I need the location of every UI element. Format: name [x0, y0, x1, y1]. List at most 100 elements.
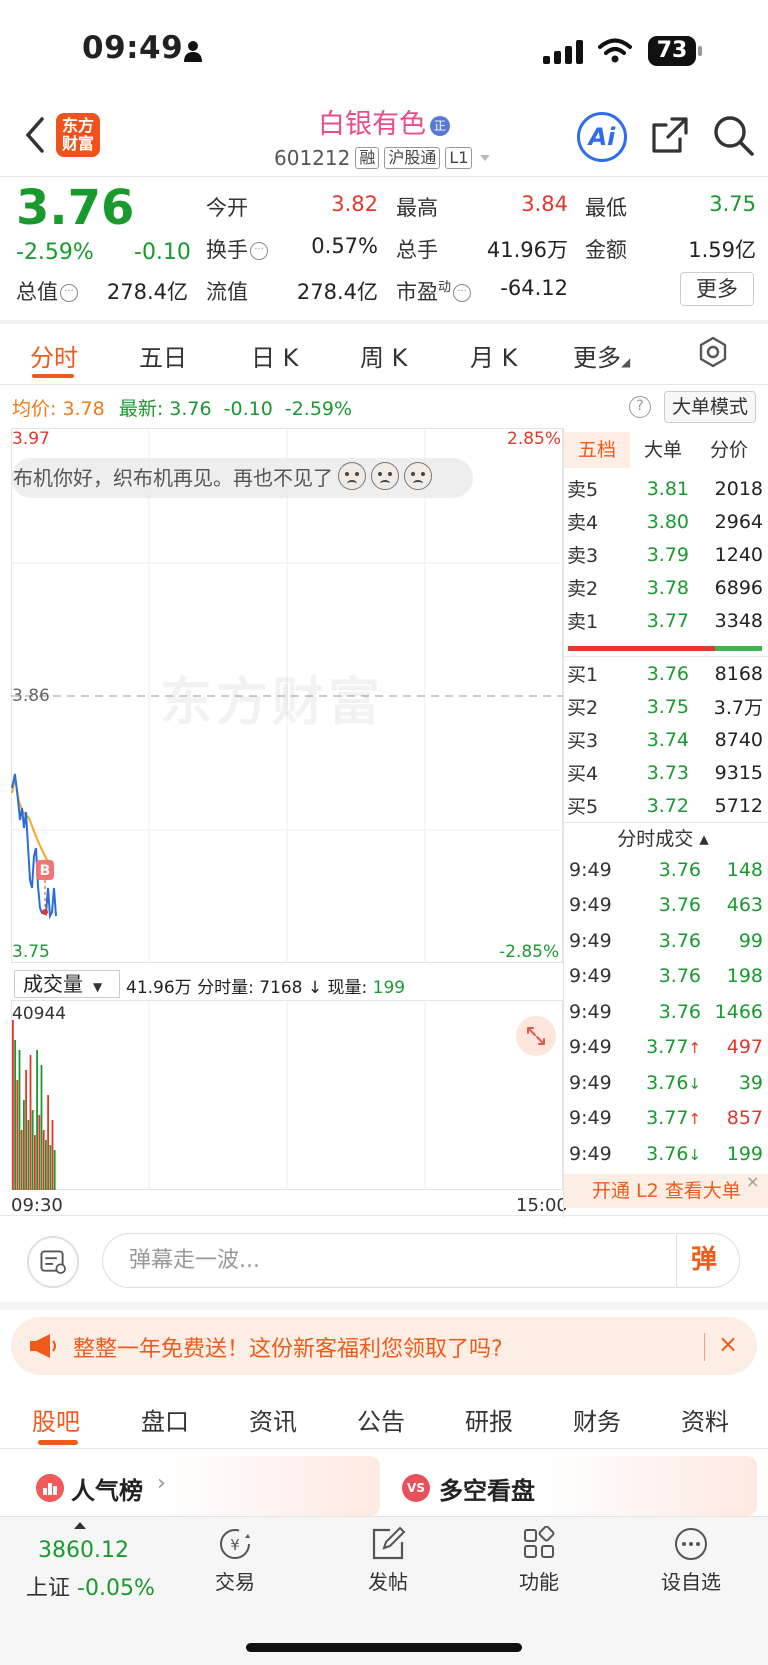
ask-row: 卖1 3.77 3348 — [567, 609, 763, 634]
danmu-bubble[interactable]: 布机你好，织布机再见。再也不见了 — [11, 458, 473, 498]
trade-row: 9:49 3.76 198 — [569, 959, 763, 994]
tab-big-orders[interactable]: 大单 — [630, 432, 696, 468]
nav-post[interactable]: 发帖 — [338, 1526, 438, 1595]
tab-weekly-k[interactable]: 周 K — [360, 338, 407, 373]
tab-financials[interactable]: 财务 — [573, 1402, 621, 1437]
tab-research[interactable]: 研报 — [465, 1402, 513, 1437]
more-button[interactable]: 更多 — [680, 272, 754, 306]
tab-intraday[interactable]: 分时 — [30, 338, 78, 373]
float-value: 278.4亿 — [296, 280, 378, 304]
stock-badge-icon: 正 — [430, 116, 450, 136]
mktcap-value: 278.4亿 — [106, 280, 188, 304]
trade-row: 9:49 3.76 148 — [569, 852, 763, 887]
caret-icon: ◢ — [621, 355, 631, 369]
volume-bar — [14, 1040, 16, 1190]
volume-bar — [25, 1070, 27, 1190]
volume-total: 41.96万 — [126, 978, 192, 998]
info-icon[interactable]: ··· — [453, 284, 472, 302]
trade-time: 9:49 — [569, 1142, 612, 1165]
time-end: 15:00 — [516, 1195, 568, 1216]
tab-more[interactable]: 更多◢ — [573, 338, 630, 373]
section-divider — [0, 320, 768, 324]
change-value: -0.10 — [134, 240, 191, 265]
bottom-tab-indicator — [38, 1440, 78, 1445]
high-label: 最高 — [396, 196, 438, 220]
tab-news[interactable]: 资讯 — [249, 1402, 297, 1437]
tab-forum[interactable]: 股吧 — [32, 1402, 80, 1437]
volume-bar — [49, 1145, 52, 1190]
volume-bar — [27, 1120, 30, 1190]
tab-profile[interactable]: 资料 — [681, 1402, 729, 1437]
nav-trade[interactable]: ¥ 交易 — [185, 1526, 285, 1595]
caret-up-icon — [74, 1522, 86, 1529]
tab-monthly-k[interactable]: 月 K — [470, 338, 517, 373]
help-icon[interactable]: ? — [629, 396, 651, 418]
tab-daily-k[interactable]: 日 K — [251, 338, 298, 373]
trade-volume: 199 — [726, 1142, 763, 1165]
trades-header[interactable]: 分时成交 ▴ — [564, 824, 762, 851]
volume-bar — [31, 1110, 34, 1190]
trade-price: 3.76 — [658, 894, 701, 916]
danmu-send-button[interactable]: 弹 — [676, 1233, 740, 1288]
battery-level: 73 — [656, 38, 688, 63]
tab-five-day[interactable]: 五日 — [139, 338, 187, 373]
trade-row: 9:49 3.77↑ 497 — [569, 1030, 763, 1065]
nav-post-label: 发帖 — [368, 1570, 408, 1594]
axis-top-left: 3.97 — [12, 429, 50, 449]
nav-trade-label: 交易 — [215, 1570, 255, 1594]
volume-bar — [40, 1065, 43, 1190]
volume-axis-top: 40944 — [12, 1004, 67, 1024]
trade-row: 9:49 3.76 1466 — [569, 994, 763, 1029]
latest-percent: -2.59% — [284, 398, 353, 420]
stock-name-text: 白银有色 — [318, 109, 426, 140]
volume-detail: 分时量: 7168 ↓ 现量: — [197, 978, 368, 998]
edit-icon — [372, 1526, 406, 1560]
nav-add-watchlist[interactable]: 设自选 — [641, 1526, 741, 1595]
index-name[interactable]: 上证 -0.05% — [26, 1570, 155, 1602]
trade-price: 3.76 — [658, 858, 701, 881]
trade-price: 3.76 — [658, 1000, 701, 1023]
trade-price: 3.77↑ — [646, 1107, 701, 1129]
tab-order-book[interactable]: 盘口 — [141, 1402, 189, 1437]
big-order-mode-button[interactable]: 大单模式 — [664, 391, 756, 423]
tab-price-dist[interactable]: 分价 — [696, 432, 762, 468]
volume-now: 199 — [372, 978, 406, 998]
tab-announcements[interactable]: 公告 — [357, 1402, 405, 1437]
trade-volume: 463 — [726, 894, 763, 916]
volume-bar — [12, 1020, 14, 1190]
section-divider — [0, 1302, 768, 1310]
trade-price: 3.76 — [658, 965, 701, 987]
volume-indicator-select[interactable]: 成交量 ▼ — [14, 970, 120, 998]
close-icon[interactable]: × — [746, 1172, 764, 1191]
nav-add-watchlist-label: 设自选 — [661, 1570, 721, 1594]
l2-upgrade-banner[interactable]: 开通 L2 查看大单 — [564, 1174, 768, 1208]
ob-divider — [564, 822, 768, 823]
volume-bar — [47, 1095, 49, 1190]
volume-bar — [20, 1130, 23, 1190]
promo-close-button[interactable]: × — [718, 1330, 738, 1358]
index-percent: -0.05% — [77, 1576, 155, 1601]
pe-label: 市盈动 ··· — [396, 276, 472, 306]
danmu-input[interactable]: 弹幕走一波... — [102, 1233, 675, 1288]
share-icon[interactable] — [650, 115, 690, 155]
volume-bar — [18, 1050, 21, 1190]
ai-button[interactable]: Ai — [577, 112, 627, 162]
expand-icon[interactable] — [516, 1016, 556, 1056]
danmu-settings-icon[interactable] — [27, 1236, 79, 1288]
volume-bar — [29, 1055, 32, 1190]
trade-volume: 497 — [726, 1036, 763, 1058]
volume-bar — [23, 1100, 25, 1190]
trade-volume: 148 — [726, 858, 763, 881]
stock-code-row[interactable]: 601212 融 沪股通 L1 — [274, 145, 493, 171]
info-icon[interactable]: ··· — [60, 284, 78, 302]
info-icon[interactable]: ··· — [250, 242, 268, 260]
trade-icon: ¥ — [220, 1529, 250, 1559]
gear-icon[interactable] — [697, 336, 729, 368]
index-value[interactable]: 3860.12 — [38, 1538, 129, 1563]
nav-functions[interactable]: 功能 — [489, 1526, 589, 1595]
trade-price: 3.77↑ — [646, 1036, 701, 1058]
axis-top-right: 2.85% — [507, 429, 562, 449]
search-icon[interactable] — [711, 113, 755, 157]
axis-mid: 3.86 — [12, 686, 50, 706]
tab-five-levels[interactable]: 五档 — [564, 432, 630, 468]
